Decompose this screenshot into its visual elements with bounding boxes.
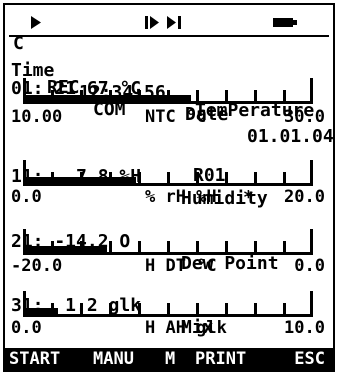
softkey-bar: START MANU M PRINT ESC [5, 348, 333, 370]
bar-end-right [310, 229, 313, 255]
bar-tick [254, 172, 257, 186]
bar-graph [23, 78, 313, 104]
range-unit: H AH glk [145, 318, 227, 338]
bar-end-right [310, 160, 313, 186]
range-line: 0.0 H AH glk 10.0 [5, 318, 333, 338]
bar-tick [254, 90, 257, 104]
channel-header-row: 21: -14.2 O Dew Point [5, 209, 333, 274]
bar-graph [23, 291, 313, 317]
bar-tick [138, 241, 141, 255]
bar-end-right [310, 291, 313, 317]
range-max: 10.0 [284, 318, 325, 338]
bar-graph [23, 160, 313, 186]
channel-block: 21: -14.2 O Dew Point -20.0 H DT °C 0.0 [5, 209, 333, 279]
bar-fill [23, 177, 136, 183]
range-line: 0.0 % rH %H 20.0 [5, 187, 333, 207]
bar-tick [283, 172, 286, 186]
lcd-display: C REC COM R01 * Time 12:34:56 Date 01.01… [3, 3, 335, 372]
bar-tick [138, 172, 141, 186]
status-bar: C REC COM R01 * [5, 11, 333, 208]
range-unit: NTC °C [145, 107, 207, 127]
bar-tick [225, 303, 228, 317]
channel-header-row: 01: 21.67 °C TemPerature [5, 56, 333, 121]
bar-tick [167, 172, 170, 186]
channel-block: 31: 1.2 glk Mix 0.0 H AH glk 10.0 [5, 273, 333, 347]
softkey-m[interactable]: M [165, 348, 175, 370]
bar-tick [80, 303, 83, 317]
range-max: 30.0 [284, 107, 325, 127]
channel-block: 01: 21.67 °C TemPerature 10.00 NTC °C 30… [5, 56, 333, 144]
bar-fill [23, 95, 191, 101]
bar-tick [196, 172, 199, 186]
bar-fill [23, 246, 107, 252]
bar-tick [109, 303, 112, 317]
bar-tick [138, 303, 141, 317]
bar-tick [254, 303, 257, 317]
range-min: 0.0 [11, 187, 42, 207]
bar-tick [109, 241, 112, 255]
bar-tick [225, 90, 228, 104]
softkey-esc[interactable]: ESC [294, 348, 325, 370]
bar-tick [167, 241, 170, 255]
bar-tick [283, 90, 286, 104]
bar-tick [196, 303, 199, 317]
play-icon [31, 16, 41, 29]
range-max: 20.0 [284, 187, 325, 207]
bar-tick [225, 241, 228, 255]
softkey-manu[interactable]: MANU [93, 348, 134, 370]
bar-tick [167, 303, 170, 317]
status-divider [9, 35, 329, 37]
range-min: 0.0 [11, 318, 42, 338]
bar-tick [283, 241, 286, 255]
range-unit: % rH %H [145, 187, 217, 207]
skip-end-icon [167, 16, 181, 29]
range-min: 10.00 [11, 107, 63, 127]
bar-fill [23, 308, 58, 314]
range-line: 10.00 NTC °C 30.0 [5, 107, 333, 127]
bar-tick [283, 303, 286, 317]
softkey-start[interactable]: START [9, 348, 60, 370]
bar-tick [196, 241, 199, 255]
channel-block: 11: 7.8 %H Humidity 0.0 % rH %H 20.0 [5, 144, 333, 214]
bar-graph [23, 229, 313, 255]
bar-tick [254, 241, 257, 255]
bar-end-right [310, 78, 313, 104]
softkey-print[interactable]: PRINT [195, 348, 246, 370]
step-icon [145, 16, 159, 29]
bar-tick [225, 172, 228, 186]
bar-tick [196, 90, 199, 104]
